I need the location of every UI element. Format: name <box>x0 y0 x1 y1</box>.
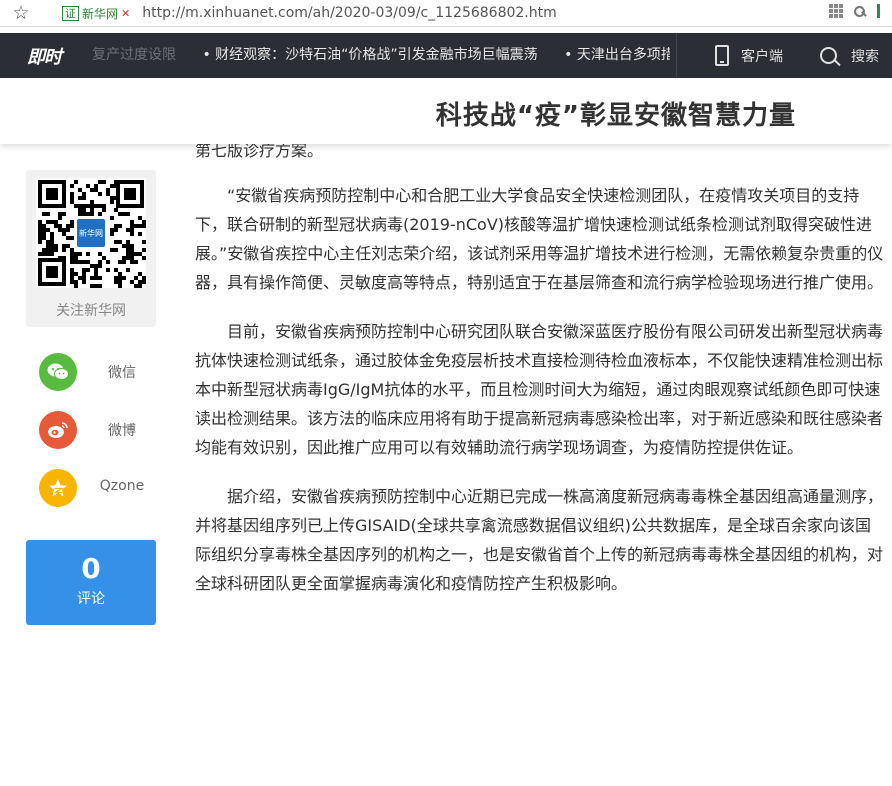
logo[interactable]: 即时 <box>27 43 62 69</box>
nav-divider <box>676 33 677 78</box>
qr-code-image: 新华网 <box>36 178 146 288</box>
cert-name: 新华网 <box>82 6 119 21</box>
comment-count: 0 <box>81 552 101 585</box>
article-body: 第七版诊疗方案。 “安徽省疾病预防控制中心和合肥工业大学食品安全快速检测团队，在… <box>195 136 887 618</box>
certificate-indicator[interactable]: 证 新华网 ✕ <box>62 5 130 22</box>
share-label: 微信 <box>108 365 136 381</box>
qr-card: 新华网 关注新华网 <box>26 170 156 327</box>
extension-icon[interactable] <box>877 4 888 18</box>
share-label: 微博 <box>108 423 136 439</box>
share-wechat[interactable]: 微信 <box>26 353 156 411</box>
bookmark-star-icon[interactable]: ☆ <box>6 2 36 24</box>
search-label: 搜索 <box>851 48 879 65</box>
key-icon[interactable] <box>853 4 867 18</box>
article-paragraph: 据介绍，安徽省疾病预防控制中心近期已完成一株高滴度新冠病毒毒株全基因组高通量测序… <box>195 487 884 593</box>
comment-label: 评论 <box>77 591 105 607</box>
article-paragraph: “安徽省疾病预防控制中心和合肥工业大学食品安全快速检测团队，在疫情攻关项目的支持… <box>195 186 884 292</box>
apps-grid-icon[interactable] <box>829 4 843 18</box>
news-ticker: 复产过度设限 • 财经观察：沙特石油“价格战”引发金融市场巨幅震荡 • 天津出台… <box>92 33 670 78</box>
url-field[interactable]: http://m.xinhuanet.com/ah/2020-03/09/c_1… <box>142 5 557 21</box>
qr-center-label: 新华网 <box>79 228 103 238</box>
share-qzone[interactable]: Qzone <box>26 469 156 527</box>
search-button[interactable]: 搜索 <box>820 33 879 78</box>
weibo-icon <box>39 411 77 449</box>
article-title-bar: 科技战“疫”彰显安徽智慧力量 <box>0 78 892 144</box>
cert-warning-icon: ✕ <box>121 6 131 20</box>
qr-caption: 关注新华网 <box>56 303 126 319</box>
share-sidebar: 新华网 关注新华网 微信 微博 Qzone 0 评论 <box>26 170 156 625</box>
ticker-item[interactable]: • 财经观察：沙特石油“价格战”引发金融市场巨幅震荡 <box>202 47 537 63</box>
phone-icon <box>715 45 729 66</box>
page-title: 科技战“疫”彰显安徽智慧力量 <box>435 101 796 131</box>
client-app-button[interactable]: 客户端 <box>715 33 783 78</box>
ticker-item[interactable]: • 天津出台多项措施 <box>564 47 670 63</box>
qzone-icon <box>39 469 77 507</box>
search-icon <box>820 47 837 64</box>
article-paragraph: 目前，安徽省疾病预防控制中心研究团队联合安徽深蓝医疗股份有限公司研发出新型冠状病… <box>195 322 884 457</box>
share-weibo[interactable]: 微博 <box>26 411 156 469</box>
cert-badge: 证 <box>62 5 79 21</box>
wechat-icon <box>39 353 77 391</box>
comments-button[interactable]: 0 评论 <box>26 540 156 625</box>
ticker-item[interactable]: 复产过度设限 <box>92 47 176 63</box>
browser-address-bar: ☆ 证 新华网 ✕ http://m.xinhuanet.com/ah/2020… <box>0 0 892 27</box>
top-nav-bar: 即时 复产过度设限 • 财经观察：沙特石油“价格战”引发金融市场巨幅震荡 • 天… <box>0 33 892 78</box>
share-label: Qzone <box>99 478 145 494</box>
client-app-label: 客户端 <box>741 48 783 65</box>
